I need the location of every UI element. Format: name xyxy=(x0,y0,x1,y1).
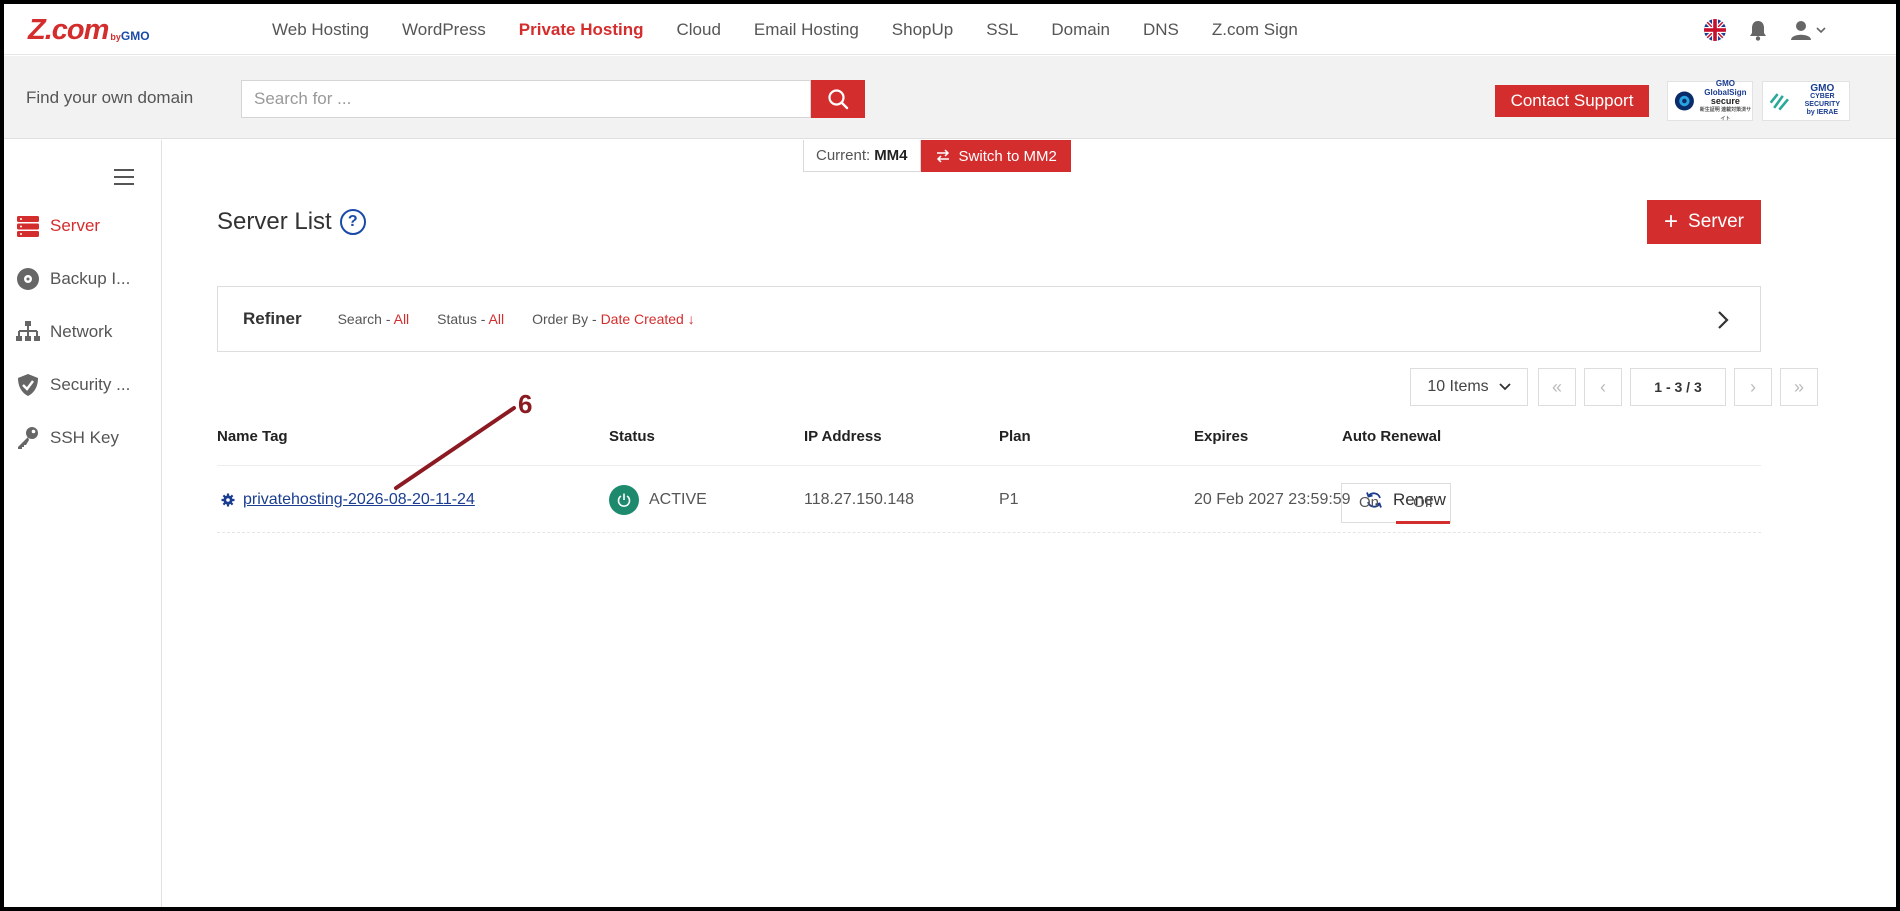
sidebar-item-network[interactable]: Network xyxy=(16,318,156,346)
ierae-text: GMO CYBER SECURITY by IERAE xyxy=(1804,83,1841,117)
main-content: Current: MM4 Switch to MM2 Server List ?… xyxy=(163,140,1896,907)
logo-gmo: GMO xyxy=(120,29,150,43)
nav-zcom-sign[interactable]: Z.com Sign xyxy=(1212,20,1298,40)
table-row: privatehosting-2026-08-20-11-24 ACTIVE 1… xyxy=(217,467,1761,533)
bell-icon[interactable] xyxy=(1748,19,1768,41)
logo-text: Z.com xyxy=(28,14,109,46)
nav-cloud[interactable]: Cloud xyxy=(676,20,720,40)
col-auto-renewal: Auto Renewal xyxy=(1342,428,1442,445)
sidebar-item-label: Security ... xyxy=(50,375,131,394)
sidebar: Server Backup I... Network Security ... … xyxy=(4,140,162,907)
refiner-status[interactable]: Status - All xyxy=(437,311,504,327)
col-plan: Plan xyxy=(999,428,1031,445)
power-icon xyxy=(609,485,639,515)
hamburger-menu-icon[interactable] xyxy=(114,169,134,185)
items-per-page-select[interactable]: 10 Items xyxy=(1410,368,1528,406)
sidebar-item-security[interactable]: Security ... xyxy=(16,371,156,399)
table-header: Name Tag Status IP Address Plan Expires … xyxy=(217,428,1761,466)
cell-expires: 20 Feb 2027 23:59:59 xyxy=(1194,491,1351,508)
search-icon xyxy=(828,89,849,110)
nav-wordpress[interactable]: WordPress xyxy=(402,20,486,40)
switch-mm-button[interactable]: Switch to MM2 xyxy=(920,140,1071,172)
refiner-title: Refiner xyxy=(243,309,302,328)
auto-renewal-off[interactable]: Off xyxy=(1396,483,1450,524)
find-domain-label: Find your own domain xyxy=(26,88,194,107)
refiner-search[interactable]: Search - All xyxy=(338,311,410,327)
globalsign-eye-icon xyxy=(1674,91,1694,111)
status-text: ACTIVE xyxy=(649,491,707,508)
cell-plan: P1 xyxy=(999,491,1019,508)
sidebar-item-label: Server xyxy=(50,216,101,235)
main-nav: Web Hosting WordPress Private Hosting Cl… xyxy=(272,4,1331,55)
gear-icon[interactable] xyxy=(221,493,235,507)
ierae-badge[interactable]: GMO CYBER SECURITY by IERAE xyxy=(1762,81,1850,121)
nav-ssl[interactable]: SSL xyxy=(986,20,1018,40)
first-page-button[interactable]: « xyxy=(1538,368,1576,406)
nav-dns[interactable]: DNS xyxy=(1143,20,1179,40)
pagination: « ‹ 1 - 3 / 3 › » xyxy=(1538,368,1818,406)
cell-name: privatehosting-2026-08-20-11-24 xyxy=(221,467,475,533)
col-name-tag: Name Tag xyxy=(217,428,288,445)
server-icon xyxy=(16,214,40,238)
network-icon xyxy=(16,320,40,344)
mm-current: Current: MM4 xyxy=(803,140,921,172)
sidebar-item-backup[interactable]: Backup I... xyxy=(16,265,156,293)
col-expires: Expires xyxy=(1194,428,1249,445)
page-title-text: Server List xyxy=(217,208,332,235)
key-icon xyxy=(16,426,40,450)
nav-email-hosting[interactable]: Email Hosting xyxy=(754,20,859,40)
user-menu[interactable] xyxy=(1790,19,1826,41)
prev-page-button[interactable]: ‹ xyxy=(1584,368,1622,406)
refiner-bar[interactable]: Refiner Search - All Status - All Order … xyxy=(217,286,1761,352)
mm-current-value: MM4 xyxy=(874,147,908,164)
top-navbar: Z.com by GMO Web Hosting WordPress Priva… xyxy=(4,4,1896,55)
refiner-order-by[interactable]: Order By - Date Created ↓ xyxy=(532,311,695,327)
nav-shopup[interactable]: ShopUp xyxy=(892,20,953,40)
uk-flag-icon[interactable] xyxy=(1704,18,1726,41)
sidebar-item-ssh-key[interactable]: SSH Key xyxy=(16,424,156,452)
help-icon[interactable]: ? xyxy=(339,209,366,235)
pagination-info: 1 - 3 / 3 xyxy=(1630,368,1726,406)
globalsign-text: GMO GlobalSign secure 新生証明 連載対策済サイト xyxy=(1699,78,1752,122)
add-server-button[interactable]: + Server xyxy=(1647,200,1761,244)
chevron-down-icon xyxy=(1816,26,1826,33)
nav-private-hosting[interactable]: Private Hosting xyxy=(519,20,644,40)
cell-status: ACTIVE xyxy=(609,467,707,533)
globalsign-badge[interactable]: GMO GlobalSign secure 新生証明 連載対策済サイト xyxy=(1667,78,1753,122)
page-title: Server List ? xyxy=(217,208,366,236)
plus-icon: + xyxy=(1664,208,1679,235)
user-icon xyxy=(1791,20,1811,40)
nav-web-hosting[interactable]: Web Hosting xyxy=(272,20,369,40)
col-status: Status xyxy=(609,428,655,445)
app-window: Z.com by GMO Web Hosting WordPress Priva… xyxy=(4,4,1896,907)
sidebar-item-label: Backup I... xyxy=(50,269,131,288)
next-page-button[interactable]: › xyxy=(1734,368,1772,406)
nav-right-group xyxy=(1704,4,1826,55)
sidebar-item-label: SSH Key xyxy=(50,428,119,447)
nav-domain[interactable]: Domain xyxy=(1051,20,1110,40)
auto-renewal-on[interactable]: On xyxy=(1342,483,1396,523)
disc-icon xyxy=(16,267,40,291)
shield-icon xyxy=(16,373,40,397)
sidebar-item-server[interactable]: Server xyxy=(16,212,156,240)
ierae-logo-icon xyxy=(1769,93,1789,111)
chevron-down-icon xyxy=(1499,383,1511,391)
col-ip-address: IP Address xyxy=(804,428,882,445)
annotation-number: 6 xyxy=(518,389,533,419)
search-button[interactable] xyxy=(811,80,865,118)
chevron-right-icon[interactable] xyxy=(1716,309,1730,336)
domain-search-input[interactable] xyxy=(241,80,811,118)
contact-support-button[interactable]: Contact Support xyxy=(1495,85,1649,117)
switch-arrows-icon xyxy=(936,149,949,163)
zcom-logo[interactable]: Z.com by GMO xyxy=(28,14,150,46)
domain-search-band: Find your own domain Contact Support GMO… xyxy=(4,56,1896,139)
sidebar-item-label: Network xyxy=(50,322,113,341)
auto-renewal-toggle[interactable]: On Off xyxy=(1341,483,1451,524)
last-page-button[interactable]: » xyxy=(1780,368,1818,406)
server-name-link[interactable]: privatehosting-2026-08-20-11-24 xyxy=(243,491,475,509)
logo-by: by xyxy=(110,32,121,42)
cell-ip: 118.27.150.148 xyxy=(804,491,915,508)
mm-switcher: Current: MM4 Switch to MM2 xyxy=(803,140,1071,172)
